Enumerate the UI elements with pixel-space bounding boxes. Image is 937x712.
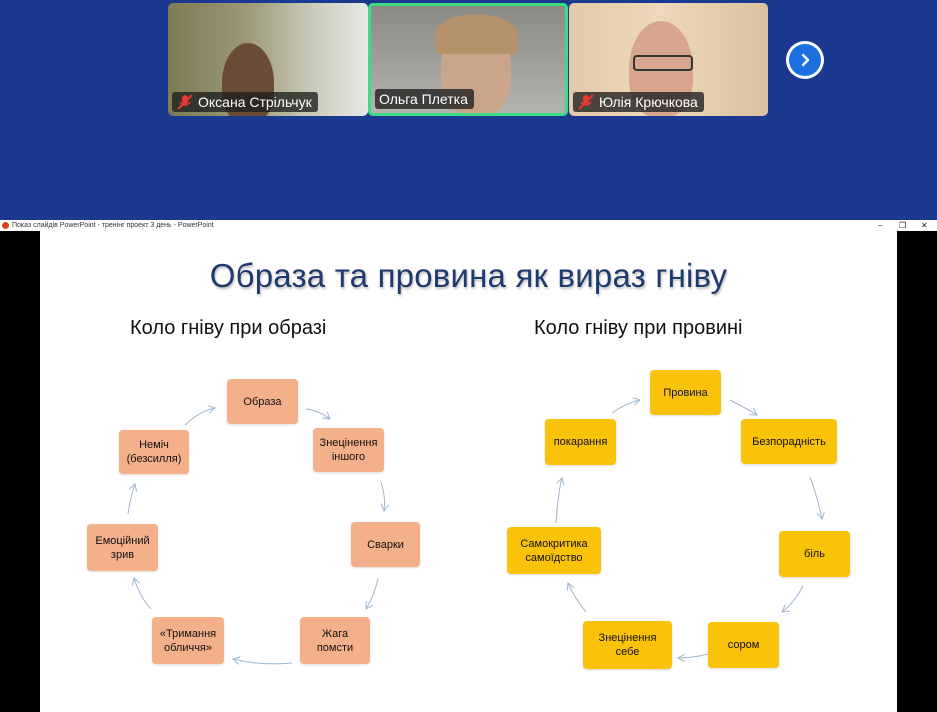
cycle-arrow <box>555 478 562 524</box>
cycle-arrow <box>134 578 152 610</box>
powerpoint-icon <box>2 222 9 229</box>
participant-tile[interactable]: Оксана Стрільчук <box>168 3 368 116</box>
cycle-arrow <box>809 476 822 519</box>
mic-muted-icon <box>177 94 193 110</box>
cycle-arrow <box>380 481 385 511</box>
cycle-arrow <box>305 408 330 419</box>
window-title: Показ слайдів PowerPoint - тренінг проек… <box>12 222 214 229</box>
anger-cycle-step: Жага помсти <box>300 617 370 664</box>
anger-cycle-step: Сварки <box>351 522 420 567</box>
cycle-arrow <box>184 408 215 426</box>
mic-muted-icon <box>578 94 594 110</box>
cycle-arrow <box>729 399 757 415</box>
guilt-cycle-step: сором <box>708 622 779 668</box>
participant-name: Ольга Плетка <box>379 91 468 107</box>
close-button[interactable]: ✕ <box>921 220 928 231</box>
guilt-cycle-step: Самокритика самоїдство <box>507 527 601 574</box>
participant-tile[interactable]: Юлія Крючкова <box>569 3 768 116</box>
participant-tile-active[interactable]: Ольга Плетка <box>368 3 568 116</box>
window-titlebar: Показ слайдів PowerPoint - тренінг проек… <box>0 220 937 231</box>
next-participants-button[interactable] <box>786 41 824 79</box>
anger-cycle-step: Неміч (безсилля) <box>119 430 189 474</box>
anger-cycle-step: Емоційний зрив <box>87 524 158 571</box>
participant-hair <box>435 14 517 54</box>
guilt-cycle-step: Знецінення себе <box>583 621 672 669</box>
participant-name: Юлія Крючкова <box>599 94 698 110</box>
participant-name: Оксана Стрільчук <box>198 94 312 110</box>
anger-cycle-step: Образа <box>227 379 298 424</box>
guilt-cycle-step: покарання <box>545 419 616 465</box>
cycle-arrow <box>678 653 709 658</box>
cycle-arrow <box>233 659 293 664</box>
cycle-arrow <box>568 583 587 613</box>
anger-cycle-step: «Тримання обличчя» <box>152 617 224 664</box>
participant-label: Ольга Плетка <box>375 89 474 109</box>
video-strip: Оксана Стрільчук Ольга Плетка Юлія Крючк… <box>0 0 937 220</box>
participant-label: Юлія Крючкова <box>573 92 704 112</box>
participant-label: Оксана Стрільчук <box>172 92 318 112</box>
anger-cycle-step: Знецінення іншого <box>313 428 384 472</box>
chevron-right-icon <box>789 44 821 76</box>
minimize-button[interactable]: ‒ <box>878 220 882 231</box>
cycle-arrow <box>611 400 640 414</box>
cycle-arrow <box>366 578 379 609</box>
restore-button[interactable]: ❐ <box>899 220 906 231</box>
guilt-cycle-step: біль <box>779 531 850 577</box>
cycle-arrow <box>782 585 804 612</box>
participant-glasses <box>633 55 693 71</box>
slide: Образа та провина як вираз гніву Коло гн… <box>40 231 897 712</box>
guilt-cycle-step: Безпорадність <box>741 419 837 464</box>
guilt-cycle-step: Провина <box>650 370 721 415</box>
cycle-arrow <box>127 484 135 515</box>
